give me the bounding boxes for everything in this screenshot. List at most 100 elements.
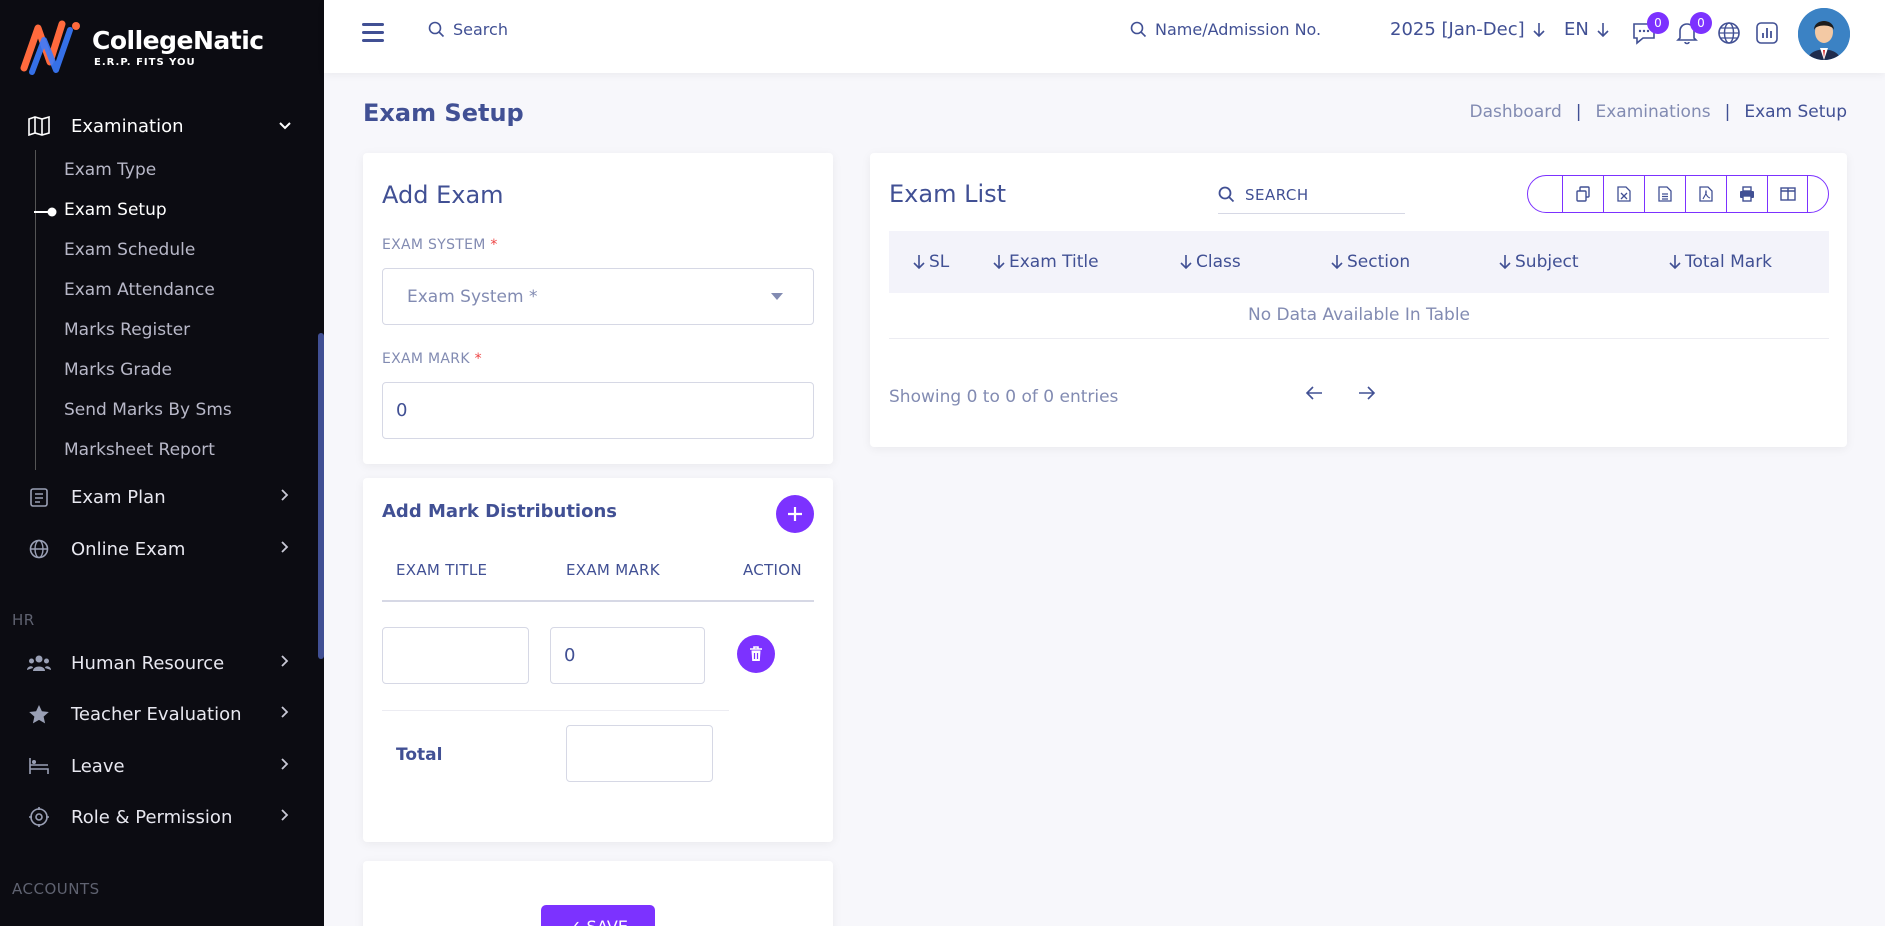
- sort-arrow-icon: [993, 255, 1005, 270]
- breadcrumb-separator: |: [1724, 102, 1731, 122]
- breadcrumb-dashboard[interactable]: Dashboard: [1470, 102, 1562, 122]
- sidebar-subitem-send-marks-sms[interactable]: Send Marks By Sms: [64, 400, 232, 420]
- sidebar-item-role-permission[interactable]: Role & Permission: [0, 791, 318, 843]
- th-label: Subject: [1515, 252, 1579, 272]
- star-icon: [27, 702, 51, 726]
- sidebar: CollegeNatic E.R.P. FITS YOU Examination…: [0, 0, 324, 926]
- messages-button[interactable]: 0: [1631, 12, 1669, 46]
- breadcrumb: Dashboard | Examinations | Exam Setup: [1470, 102, 1848, 122]
- shield-gear-icon: [27, 805, 51, 829]
- pdf-button[interactable]: [1685, 176, 1726, 212]
- th-total-mark[interactable]: Total Mark: [1669, 252, 1772, 272]
- sort-arrow-icon: [1180, 255, 1192, 270]
- exam-system-select[interactable]: Exam System *: [382, 268, 814, 325]
- required-marker: *: [474, 351, 482, 367]
- website-button[interactable]: [1716, 20, 1742, 46]
- sidebar-item-teacher-evaluation[interactable]: Teacher Evaluation: [0, 688, 318, 740]
- exam-list-search[interactable]: SEARCH: [1218, 176, 1405, 214]
- chevron-right-icon: [276, 489, 294, 505]
- users-icon: [27, 651, 51, 675]
- brand-tagline: E.R.P. FITS YOU: [94, 57, 196, 68]
- columns-button[interactable]: [1767, 176, 1808, 212]
- student-search[interactable]: Name/Admission No.: [1130, 20, 1321, 39]
- reports-button[interactable]: [1754, 20, 1780, 46]
- print-button[interactable]: [1726, 176, 1767, 212]
- exam-mark-label-text: EXAM MARK: [382, 351, 470, 367]
- distribution-mark-input[interactable]: 0: [550, 627, 705, 684]
- arrow-down-icon: [1533, 22, 1545, 37]
- sidebar-subitem-exam-setup[interactable]: Exam Setup: [64, 200, 167, 220]
- save-button[interactable]: ✓ SAVE: [541, 905, 655, 926]
- brand-logo[interactable]: CollegeNatic E.R.P. FITS YOU: [20, 18, 264, 76]
- sidebar-item-label: Leave: [71, 755, 125, 777]
- sort-arrow-icon: [1669, 255, 1681, 270]
- sidebar-item-human-resource[interactable]: Human Resource: [0, 637, 318, 689]
- distribution-title-input[interactable]: [382, 627, 529, 684]
- sidebar-subitem-exam-type[interactable]: Exam Type: [64, 160, 156, 180]
- notifications-badge: 0: [1690, 12, 1712, 34]
- search-icon: [1130, 21, 1147, 38]
- th-sl[interactable]: SL: [913, 252, 949, 272]
- logo-mark-icon: [20, 20, 80, 75]
- th-label: SL: [929, 252, 950, 272]
- language-select[interactable]: EN: [1564, 19, 1609, 40]
- user-avatar[interactable]: [1798, 8, 1850, 60]
- sidebar-scrollbar[interactable]: [318, 333, 324, 659]
- trash-icon: [750, 646, 762, 661]
- sidebar-subitem-marks-register[interactable]: Marks Register: [64, 320, 190, 340]
- sort-arrow-icon: [1331, 255, 1343, 270]
- clipboard-icon: [27, 485, 51, 509]
- arrow-right-icon: [1359, 386, 1376, 400]
- add-exam-card: Add Exam EXAM SYSTEM * Exam System * EXA…: [363, 153, 833, 464]
- sidebar-item-leave[interactable]: Leave: [0, 740, 318, 792]
- chevron-right-icon: [276, 809, 294, 825]
- sidebar-item-online-exam[interactable]: Online Exam: [0, 523, 318, 575]
- sidebar-subitem-marks-grade[interactable]: Marks Grade: [64, 360, 172, 380]
- breadcrumb-current: Exam Setup: [1744, 102, 1847, 122]
- sidebar-item-exam-plan[interactable]: Exam Plan: [0, 471, 318, 523]
- previous-page-button[interactable]: [1305, 385, 1327, 407]
- empty-table-message: No Data Available In Table: [1247, 305, 1471, 325]
- excel-button[interactable]: [1603, 176, 1644, 212]
- th-exam-title[interactable]: Exam Title: [993, 252, 1099, 272]
- csv-button[interactable]: [1644, 176, 1685, 212]
- sidebar-item-label: Exam Plan: [71, 486, 166, 508]
- avatar-image: [1798, 8, 1850, 60]
- add-distribution-button[interactable]: [776, 495, 814, 533]
- section-title-hr: HR: [12, 611, 35, 629]
- copy-button[interactable]: [1562, 176, 1603, 212]
- global-search[interactable]: Search: [428, 20, 508, 39]
- mark-distributions-title: Add Mark Distributions: [382, 501, 617, 522]
- table-info: Showing 0 to 0 of 0 entries: [889, 387, 1119, 407]
- sidebar-subitem-exam-schedule[interactable]: Exam Schedule: [64, 240, 195, 260]
- next-page-button[interactable]: [1358, 385, 1380, 407]
- total-mark-input[interactable]: [566, 725, 713, 782]
- academic-year-select[interactable]: 2025 [Jan-Dec]: [1390, 19, 1545, 40]
- map-icon: [27, 114, 51, 138]
- th-section[interactable]: Section: [1331, 252, 1410, 272]
- th-label: Section: [1347, 252, 1411, 272]
- sidebar-item-label: Teacher Evaluation: [71, 703, 242, 725]
- copy-icon: [1576, 186, 1590, 202]
- exam-system-placeholder: Exam System *: [407, 286, 538, 307]
- chevron-down-icon: [276, 118, 294, 134]
- sidebar-subitem-exam-attendance[interactable]: Exam Attendance: [64, 280, 215, 300]
- section-title-accounts: ACCOUNTS: [12, 880, 100, 898]
- messages-badge: 0: [1647, 12, 1669, 34]
- notifications-button[interactable]: 0: [1674, 12, 1712, 46]
- breadcrumb-examinations[interactable]: Examinations: [1595, 102, 1710, 122]
- mark-distributions-card: Add Mark Distributions EXAM TITLE EXAM M…: [363, 478, 833, 842]
- th-subject[interactable]: Subject: [1499, 252, 1579, 272]
- chevron-right-icon: [276, 706, 294, 722]
- sidebar-item-examination[interactable]: Examination: [0, 100, 318, 152]
- sidebar-item-label: Online Exam: [71, 538, 186, 560]
- th-class[interactable]: Class: [1180, 252, 1241, 272]
- delete-distribution-button[interactable]: [737, 635, 775, 673]
- required-marker: *: [490, 237, 498, 253]
- export-toolbar: [1527, 175, 1829, 213]
- brand-text: CollegeNatic E.R.P. FITS YOU: [92, 26, 264, 68]
- bed-icon: [27, 754, 51, 778]
- sidebar-subitem-marksheet-report[interactable]: Marksheet Report: [64, 440, 215, 460]
- exam-mark-input[interactable]: 0: [382, 382, 814, 439]
- menu-toggle-button[interactable]: [362, 23, 384, 42]
